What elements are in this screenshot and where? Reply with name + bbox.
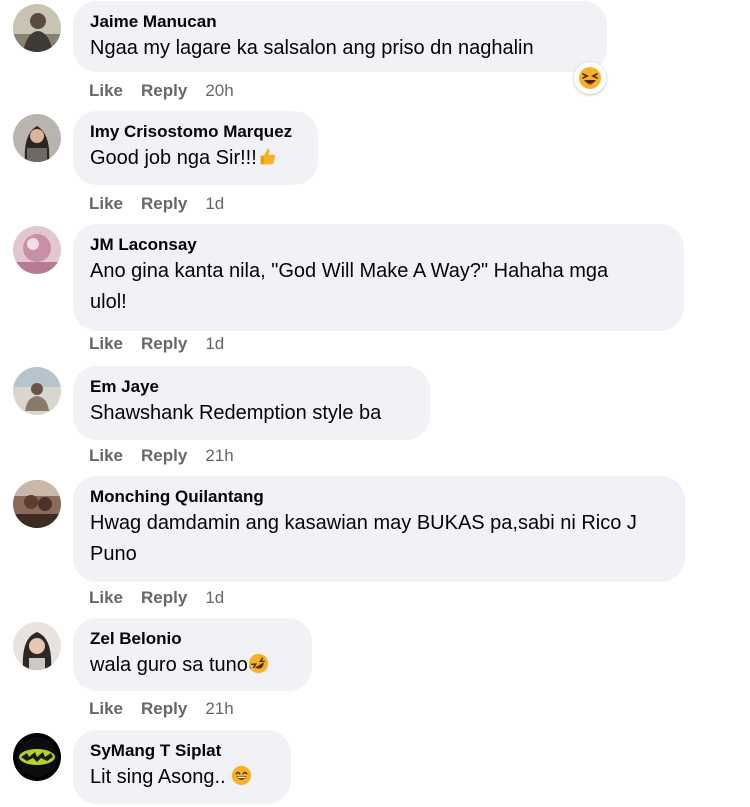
comment-author[interactable]: SyMang T Siplat bbox=[90, 740, 275, 762]
logo-avatar-icon bbox=[13, 733, 61, 781]
commenter-avatar[interactable] bbox=[13, 622, 61, 670]
thumbs-up-icon bbox=[260, 148, 275, 165]
grinning-face-icon bbox=[232, 765, 252, 786]
reply-link[interactable]: Reply bbox=[141, 81, 187, 100]
commenter-avatar[interactable] bbox=[13, 226, 61, 274]
comment-bubble: Zel Belonio wala guro sa tuno bbox=[73, 618, 312, 691]
reply-link[interactable]: Reply bbox=[141, 334, 187, 353]
comment-actions: Like Reply 1d bbox=[89, 194, 224, 214]
comment-actions: Like Reply 21h bbox=[89, 699, 234, 719]
commenter-avatar[interactable] bbox=[13, 114, 61, 162]
comment-text: Good job nga Sir!!! bbox=[90, 143, 302, 174]
comment-author[interactable]: Imy Crisostomo Marquez bbox=[90, 121, 302, 143]
comment-actions: Like Reply 20h bbox=[89, 81, 234, 101]
comment-text: wala guro sa tuno bbox=[90, 650, 296, 681]
comment-author[interactable]: JM Laconsay bbox=[90, 234, 668, 256]
commenter-avatar[interactable] bbox=[13, 733, 61, 781]
comment-text: Ano gina kanta nila, "God Will Make A Wa… bbox=[90, 256, 650, 318]
comment-text-content: Ngaa my lagare ka salsalon ang priso dn … bbox=[90, 37, 534, 59]
comment-text-content: Good job nga Sir!!! bbox=[90, 147, 257, 169]
reply-link[interactable]: Reply bbox=[141, 699, 187, 718]
comment-bubble: SyMang T Siplat Lit sing Asong.. bbox=[73, 730, 291, 804]
comment-text-content: Shawshank Redemption style ba bbox=[90, 402, 382, 424]
like-link[interactable]: Like bbox=[89, 446, 123, 465]
comment-timestamp[interactable]: 20h bbox=[205, 81, 233, 100]
commenter-avatar[interactable] bbox=[13, 367, 61, 415]
comment-text: Lit sing Asong.. bbox=[90, 762, 275, 793]
reaction-badge[interactable] bbox=[574, 62, 606, 94]
like-link[interactable]: Like bbox=[89, 81, 123, 100]
comment-author[interactable]: Zel Belonio bbox=[90, 628, 296, 650]
comment-actions: Like Reply 21h bbox=[89, 446, 234, 466]
comment-timestamp[interactable]: 21h bbox=[205, 699, 233, 718]
haha-reaction-icon bbox=[579, 67, 601, 89]
comment-bubble: JM Laconsay Ano gina kanta nila, "God Wi… bbox=[73, 224, 684, 331]
comment-text-content: Lit sing Asong.. bbox=[90, 766, 226, 788]
comment-author[interactable]: Em Jaye bbox=[90, 376, 414, 398]
reply-link[interactable]: Reply bbox=[141, 588, 187, 607]
comment-timestamp[interactable]: 21h bbox=[205, 446, 233, 465]
comment-actions: Like Reply 1d bbox=[89, 334, 224, 354]
comment-actions: Like Reply 1d bbox=[89, 588, 224, 608]
comment-bubble: Monching Quilantang Hwag damdamin ang ka… bbox=[73, 476, 685, 582]
comment-text: Ngaa my lagare ka salsalon ang priso dn … bbox=[90, 33, 591, 64]
rolling-laughing-icon bbox=[248, 653, 269, 674]
comment-author[interactable]: Jaime Manucan bbox=[90, 11, 591, 33]
comment-text-content: Ano gina kanta nila, "God Will Make A Wa… bbox=[90, 260, 609, 313]
like-link[interactable]: Like bbox=[89, 588, 123, 607]
like-link[interactable]: Like bbox=[89, 699, 123, 718]
comment-bubble: Imy Crisostomo Marquez Good job nga Sir!… bbox=[73, 111, 318, 185]
comment-timestamp[interactable]: 1d bbox=[205, 334, 224, 353]
like-link[interactable]: Like bbox=[89, 194, 123, 213]
like-link[interactable]: Like bbox=[89, 334, 123, 353]
comment-text-content: Hwag damdamin ang kasawian may BUKAS pa,… bbox=[90, 512, 637, 565]
commenter-avatar[interactable] bbox=[13, 4, 61, 52]
commenter-avatar[interactable] bbox=[13, 480, 61, 528]
comments-section: Jaime Manucan Ngaa my lagare ka salsalon… bbox=[0, 0, 750, 807]
comment-author[interactable]: Monching Quilantang bbox=[90, 486, 669, 508]
comment-timestamp[interactable]: 1d bbox=[205, 588, 224, 607]
comment-text: Shawshank Redemption style ba bbox=[90, 398, 414, 429]
reply-link[interactable]: Reply bbox=[141, 446, 187, 465]
comment-text-content: wala guro sa tuno bbox=[90, 654, 248, 676]
reply-link[interactable]: Reply bbox=[141, 194, 187, 213]
comment-text: Hwag damdamin ang kasawian may BUKAS pa,… bbox=[90, 508, 650, 570]
comment-timestamp[interactable]: 1d bbox=[205, 194, 224, 213]
comment-bubble: Em Jaye Shawshank Redemption style ba bbox=[73, 366, 430, 440]
comment-bubble: Jaime Manucan Ngaa my lagare ka salsalon… bbox=[73, 1, 607, 72]
